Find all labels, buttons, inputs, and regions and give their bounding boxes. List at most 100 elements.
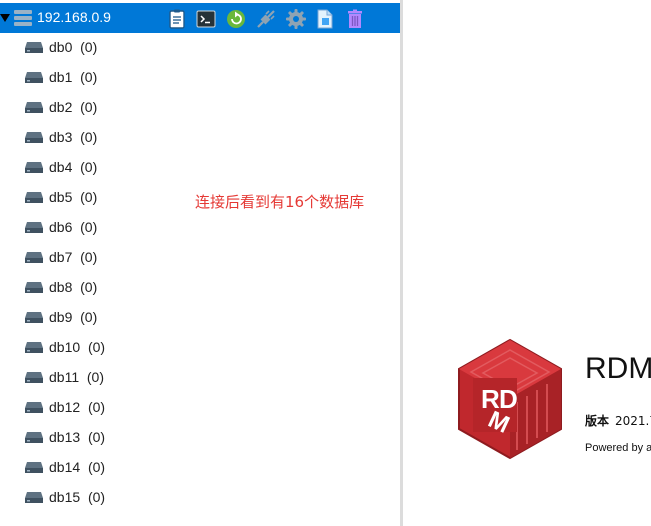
database-key-count: (0) xyxy=(80,159,98,175)
database-key-count: (0) xyxy=(87,459,106,475)
database-name: db3 xyxy=(49,129,73,145)
powered-by-text: Powered by a xyxy=(585,442,651,454)
database-label: db4 (0) xyxy=(49,159,97,175)
server-icon xyxy=(14,10,32,26)
database-name: db6 xyxy=(49,219,73,235)
database-name: db2 xyxy=(49,99,73,115)
database-item[interactable]: db14 (0) xyxy=(0,452,400,482)
version-value: 2021.7 xyxy=(615,414,651,428)
disconnect-icon[interactable] xyxy=(255,8,277,30)
database-item[interactable]: db2 (0) xyxy=(0,92,400,122)
database-icon xyxy=(25,492,43,503)
database-name: db1 xyxy=(49,69,73,85)
database-key-count: (0) xyxy=(86,369,105,385)
database-item[interactable]: db1 (0) xyxy=(0,62,400,92)
database-item[interactable]: db0 (0) xyxy=(0,32,400,62)
database-label: db7 (0) xyxy=(49,249,97,265)
database-icon xyxy=(25,72,43,83)
database-name: db12 xyxy=(49,399,81,415)
database-label: db10 (0) xyxy=(49,339,105,355)
connection-tree: 192.168.0.9 db0 (0) db1 (0) db2 (0) db3 … xyxy=(0,0,400,526)
database-label: db11 (0) xyxy=(49,369,104,385)
database-label: db14 (0) xyxy=(49,459,105,475)
database-icon xyxy=(25,402,43,413)
database-icon xyxy=(25,102,43,113)
database-key-count: (0) xyxy=(80,309,98,325)
database-icon xyxy=(25,252,43,263)
database-key-count: (0) xyxy=(80,129,98,145)
database-key-count: (0) xyxy=(80,279,98,295)
database-item[interactable]: db15 (0) xyxy=(0,482,400,512)
database-name: db14 xyxy=(49,459,81,475)
delete-icon[interactable] xyxy=(344,8,366,30)
app-name: RDM xyxy=(585,352,651,385)
database-icon xyxy=(25,282,43,293)
database-icon xyxy=(25,342,43,353)
database-key-count: (0) xyxy=(87,339,106,355)
database-item[interactable]: db3 (0) xyxy=(0,122,400,152)
database-label: db15 (0) xyxy=(49,489,105,505)
database-item[interactable]: db10 (0) xyxy=(0,332,400,362)
annotation-text: 连接后看到有16个数据库 xyxy=(195,193,365,211)
database-item[interactable]: db7 (0) xyxy=(0,242,400,272)
database-icon xyxy=(25,372,43,383)
database-name: db15 xyxy=(49,489,81,505)
database-label: db13 (0) xyxy=(49,429,105,445)
database-key-count: (0) xyxy=(87,399,106,415)
console-icon[interactable] xyxy=(195,8,217,30)
database-key-count: (0) xyxy=(87,489,106,505)
welcome-panel: R D M RDM 版本 2021.7 Powered by a xyxy=(403,0,651,526)
server-label: 192.168.0.9 xyxy=(37,9,111,25)
database-label: db5 (0) xyxy=(49,189,97,205)
database-name: db11 xyxy=(49,369,80,385)
database-name: db7 xyxy=(49,249,73,265)
database-label: db3 (0) xyxy=(49,129,97,145)
database-icon xyxy=(25,432,43,443)
database-label: db1 (0) xyxy=(49,69,97,85)
database-key-count: (0) xyxy=(87,429,106,445)
database-key-count: (0) xyxy=(80,189,98,205)
database-name: db9 xyxy=(49,309,73,325)
database-label: db12 (0) xyxy=(49,399,105,415)
database-name: db10 xyxy=(49,339,81,355)
database-icon xyxy=(25,312,43,323)
database-icon xyxy=(25,132,43,143)
database-item[interactable]: db13 (0) xyxy=(0,422,400,452)
database-item[interactable]: db12 (0) xyxy=(0,392,400,422)
database-icon xyxy=(25,192,43,203)
database-icon xyxy=(25,162,43,173)
database-item[interactable]: db8 (0) xyxy=(0,272,400,302)
database-item[interactable]: db9 (0) xyxy=(0,302,400,332)
database-key-count: (0) xyxy=(80,219,98,235)
database-key-count: (0) xyxy=(80,99,98,115)
database-label: db6 (0) xyxy=(49,219,97,235)
database-name: db0 xyxy=(49,39,73,55)
version-label: 版本 xyxy=(585,414,610,428)
version-row: 版本 2021.7 xyxy=(585,412,651,429)
expand-arrow-icon[interactable] xyxy=(0,14,10,22)
database-key-count: (0) xyxy=(80,39,98,55)
database-icon xyxy=(25,42,43,53)
server-info-icon[interactable] xyxy=(166,8,188,30)
database-item[interactable]: db11 (0) xyxy=(0,362,400,392)
server-connection-row[interactable]: 192.168.0.9 xyxy=(0,3,400,33)
database-item[interactable]: db4 (0) xyxy=(0,152,400,182)
database-icon xyxy=(25,462,43,473)
database-list: db0 (0) db1 (0) db2 (0) db3 (0) db4 (0) db5 (… xyxy=(0,32,400,512)
database-item[interactable]: db6 (0) xyxy=(0,212,400,242)
database-name: db8 xyxy=(49,279,73,295)
database-key-count: (0) xyxy=(80,249,98,265)
rdm-logo: R D M xyxy=(458,338,562,460)
database-name: db5 xyxy=(49,189,73,205)
database-name: db4 xyxy=(49,159,73,175)
database-label: db9 (0) xyxy=(49,309,97,325)
database-name: db13 xyxy=(49,429,81,445)
database-key-count: (0) xyxy=(80,69,98,85)
database-icon xyxy=(25,222,43,233)
database-label: db0 (0) xyxy=(49,39,97,55)
reload-icon[interactable] xyxy=(225,8,247,30)
database-label: db8 (0) xyxy=(49,279,97,295)
duplicate-icon[interactable] xyxy=(314,8,336,30)
database-label: db2 (0) xyxy=(49,99,97,115)
settings-icon[interactable] xyxy=(285,8,307,30)
